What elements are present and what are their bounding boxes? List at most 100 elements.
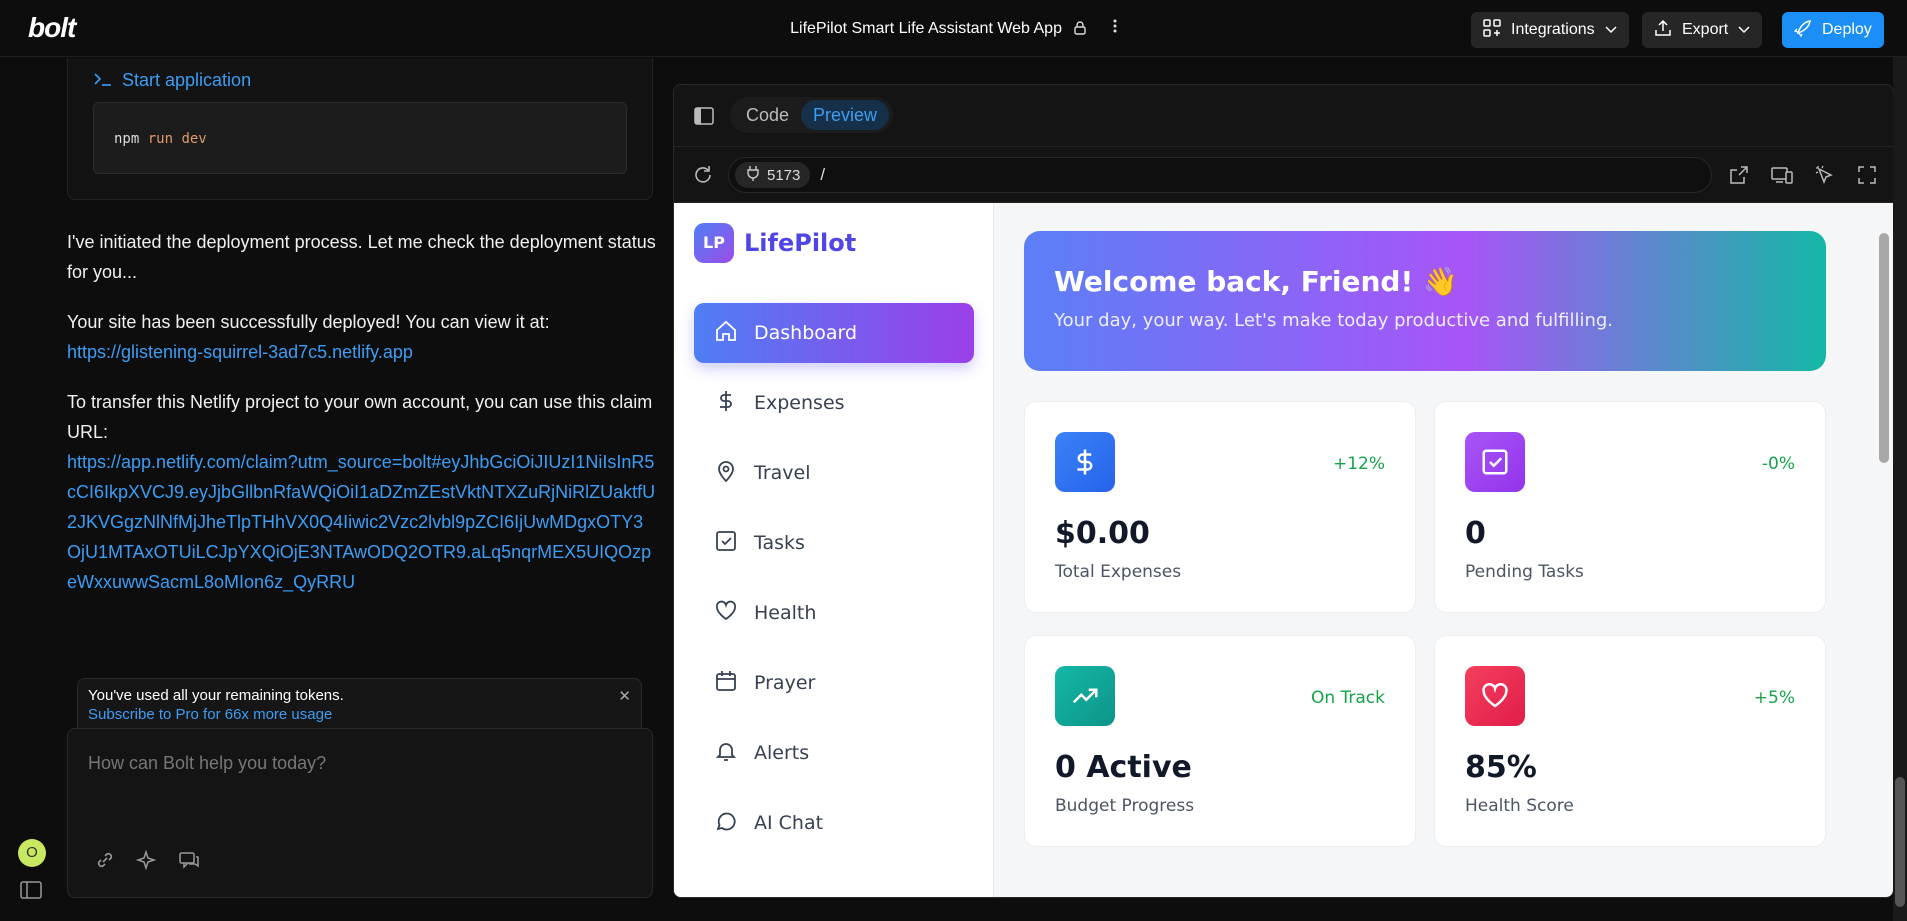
command-card: Start application npm run dev — [67, 58, 653, 200]
page-scrollbar-thumb[interactable] — [1895, 777, 1905, 907]
url-path: / — [820, 165, 826, 184]
home-icon — [714, 319, 738, 348]
inspect-icon[interactable] — [1815, 165, 1835, 190]
integrations-icon — [1483, 18, 1501, 42]
open-external-icon[interactable] — [1729, 165, 1749, 190]
preview-header: Code Preview — [674, 85, 1893, 147]
close-icon[interactable]: ✕ — [618, 687, 631, 705]
assistant-message-2: Your site has been successfully deployed… — [67, 307, 657, 367]
dollar-icon — [1055, 432, 1115, 492]
tab-preview[interactable]: Preview — [801, 100, 890, 130]
nav-item-label: Alerts — [754, 742, 810, 764]
map-pin-icon — [714, 459, 738, 488]
dollar-icon — [714, 389, 738, 418]
link-icon[interactable] — [94, 849, 116, 876]
nav-item-label: AI Chat — [754, 812, 824, 834]
tab-code[interactable]: Code — [734, 100, 801, 130]
chat-input-placeholder: How can Bolt help you today? — [88, 753, 327, 773]
chat-panel: Start application npm run dev I've initi… — [0, 58, 665, 921]
stat-value: 0 Active — [1055, 750, 1192, 785]
checkbox-icon — [1465, 432, 1525, 492]
deploy-button[interactable]: Deploy — [1782, 12, 1884, 48]
view-tabs: Code Preview — [730, 97, 894, 133]
discuss-icon[interactable] — [178, 849, 200, 876]
stat-card-health[interactable]: +5% 85% Health Score — [1434, 635, 1826, 847]
command-code-box: npm run dev — [93, 102, 627, 174]
deploy-label: Deploy — [1822, 21, 1872, 38]
nav-item-label: Prayer — [754, 672, 816, 694]
nav-item-label: Travel — [754, 462, 811, 484]
stat-label: Pending Tasks — [1465, 562, 1584, 582]
checkbox-icon — [714, 529, 738, 558]
export-label: Export — [1682, 21, 1729, 38]
nav-item-label: Expenses — [754, 392, 845, 414]
stat-label: Health Score — [1465, 796, 1574, 816]
heart-icon — [1465, 666, 1525, 726]
url-bar[interactable]: 5173 / — [728, 157, 1712, 193]
app-brand[interactable]: LP LifePilot — [694, 223, 856, 263]
reload-icon[interactable] — [692, 164, 714, 191]
nav-item-label: Health — [754, 602, 817, 624]
lock-icon — [1074, 21, 1087, 40]
preview-panel: Code Preview 5173 / LP LifePilot Dashboa… — [673, 84, 1894, 898]
stats-cards: +12% $0.00 Total Expenses -0% 0 Pending … — [1024, 401, 1826, 847]
stat-value: $0.00 — [1055, 516, 1150, 551]
app-dashboard: Welcome back, Friend! 👋 Your day, your w… — [1024, 231, 1826, 847]
nav-item-health[interactable]: Health — [694, 583, 974, 643]
stat-label: Budget Progress — [1055, 796, 1195, 816]
chat-input-box[interactable]: How can Bolt help you today? — [67, 728, 653, 898]
assistant-message-1: I've initiated the deployment process. L… — [67, 232, 656, 282]
nav-item-label: Dashboard — [754, 322, 858, 344]
welcome-title: Welcome back, Friend! 👋 — [1054, 265, 1458, 298]
calendar-icon — [714, 669, 738, 698]
subscribe-pro-link[interactable]: Subscribe to Pro for 66x more usage — [88, 706, 631, 723]
stat-value: 85% — [1465, 750, 1537, 785]
upload-icon — [1654, 19, 1672, 42]
nav-item-travel[interactable]: Travel — [694, 443, 974, 503]
stat-card-expenses[interactable]: +12% $0.00 Total Expenses — [1024, 401, 1416, 613]
port-selector[interactable]: 5173 — [735, 162, 811, 188]
user-avatar[interactable]: O — [18, 839, 46, 867]
brand-name: LifePilot — [744, 229, 857, 257]
claim-instructions-text: To transfer this Netlify project to your… — [67, 392, 653, 442]
export-button[interactable]: Export — [1642, 12, 1763, 48]
stat-card-budget[interactable]: On Track 0 Active Budget Progress — [1024, 635, 1416, 847]
app-sidebar: LP LifePilot Dashboard Expenses Travel T… — [674, 203, 994, 897]
preview-url-row: 5173 / — [674, 147, 1893, 203]
terminal-icon — [94, 70, 112, 91]
nav-item-ai-chat[interactable]: AI Chat — [694, 793, 974, 853]
command-name: npm — [114, 131, 140, 147]
more-options-icon[interactable] — [1113, 19, 1117, 38]
preview-tools — [1729, 165, 1877, 190]
integrations-label: Integrations — [1511, 21, 1595, 38]
app-scrollbar[interactable] — [1879, 213, 1889, 483]
panel-toggle-icon[interactable] — [694, 107, 714, 130]
stat-value: 0 — [1465, 516, 1486, 551]
project-title[interactable]: LifePilot Smart Life Assistant Web App — [790, 20, 1062, 37]
fullscreen-icon[interactable] — [1857, 165, 1877, 190]
notice-title: You've used all your remaining tokens. — [88, 687, 344, 704]
sidebar-toggle-icon[interactable] — [20, 881, 42, 904]
integrations-button[interactable]: Integrations — [1471, 12, 1629, 48]
site-url-link[interactable]: https://glistening-squirrel-3ad7c5.netli… — [67, 342, 413, 362]
nav-item-tasks[interactable]: Tasks — [694, 513, 974, 573]
start-application-action[interactable]: Start application — [94, 70, 251, 91]
page-scrollbar[interactable] — [1893, 57, 1907, 921]
token-limit-notice: You've used all your remaining tokens. S… — [77, 678, 642, 730]
start-application-label: Start application — [122, 70, 252, 90]
nav-item-label: Tasks — [754, 532, 805, 554]
device-toggle-icon[interactable] — [1771, 165, 1793, 190]
chevron-down-icon — [1738, 21, 1750, 39]
nav-item-alerts[interactable]: Alerts — [694, 723, 974, 783]
port-number: 5173 — [767, 166, 801, 184]
nav-item-dashboard[interactable]: Dashboard — [694, 303, 974, 363]
stat-card-tasks[interactable]: -0% 0 Pending Tasks — [1434, 401, 1826, 613]
sparkle-icon[interactable] — [135, 849, 158, 876]
claim-url-link[interactable]: https://app.netlify.com/claim?utm_source… — [67, 452, 655, 592]
stat-change: On Track — [1310, 688, 1385, 708]
nav-item-expenses[interactable]: Expenses — [694, 373, 974, 433]
assistant-message-3: To transfer this Netlify project to your… — [67, 387, 657, 597]
nav-item-prayer[interactable]: Prayer — [694, 653, 974, 713]
app-scrollbar-thumb[interactable] — [1879, 233, 1889, 463]
stat-change: -0% — [1761, 454, 1795, 474]
